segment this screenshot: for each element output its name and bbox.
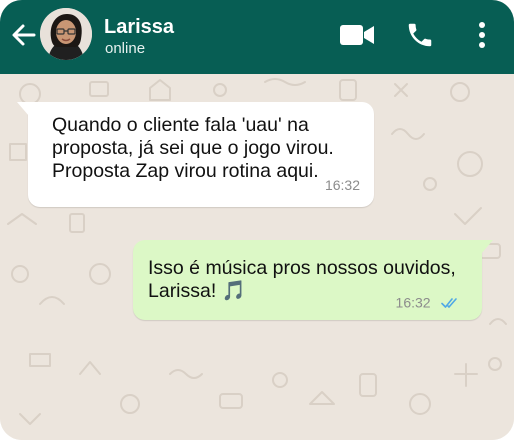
- message-bubble-incoming[interactable]: Quando o cliente fala 'uau' na proposta,…: [17, 102, 374, 207]
- back-arrow-icon[interactable]: [10, 21, 38, 49]
- more-options-icon[interactable]: [474, 20, 490, 50]
- message-timestamp: 16:32: [395, 294, 431, 311]
- message-line: proposta, já sei que o jogo virou.: [52, 137, 334, 159]
- contact-status: online: [105, 40, 146, 57]
- bubble-tail: [481, 240, 493, 254]
- message-line: Quando o cliente fala 'uau' na: [52, 114, 309, 136]
- contact-avatar[interactable]: [40, 8, 92, 60]
- message-line: Proposta Zap virou rotina aqui.: [52, 160, 319, 182]
- avatar-photo: [40, 8, 92, 60]
- message-bubble-outgoing[interactable]: Isso é música pros nossos ouvidos, Laris…: [133, 240, 493, 320]
- chat-area[interactable]: Quando o cliente fala 'uau' na proposta,…: [0, 74, 514, 440]
- video-call-icon[interactable]: [340, 22, 375, 48]
- message-meta: 16:32: [395, 291, 460, 311]
- phone-icon[interactable]: [405, 20, 435, 50]
- chat-screen: Larissa online Quando o cliente fala 'ua…: [0, 0, 514, 440]
- contact-name[interactable]: Larissa: [104, 15, 174, 39]
- bubble-tail: [17, 102, 29, 116]
- message-timestamp: 16:32: [324, 177, 360, 193]
- message-text: Quando o cliente fala 'uau' na proposta,…: [52, 114, 367, 183]
- message-line: Isso é música pros nossos ouvidos,: [148, 257, 456, 279]
- chat-header: Larissa online: [0, 0, 514, 74]
- double-check-read-icon: [441, 298, 457, 308]
